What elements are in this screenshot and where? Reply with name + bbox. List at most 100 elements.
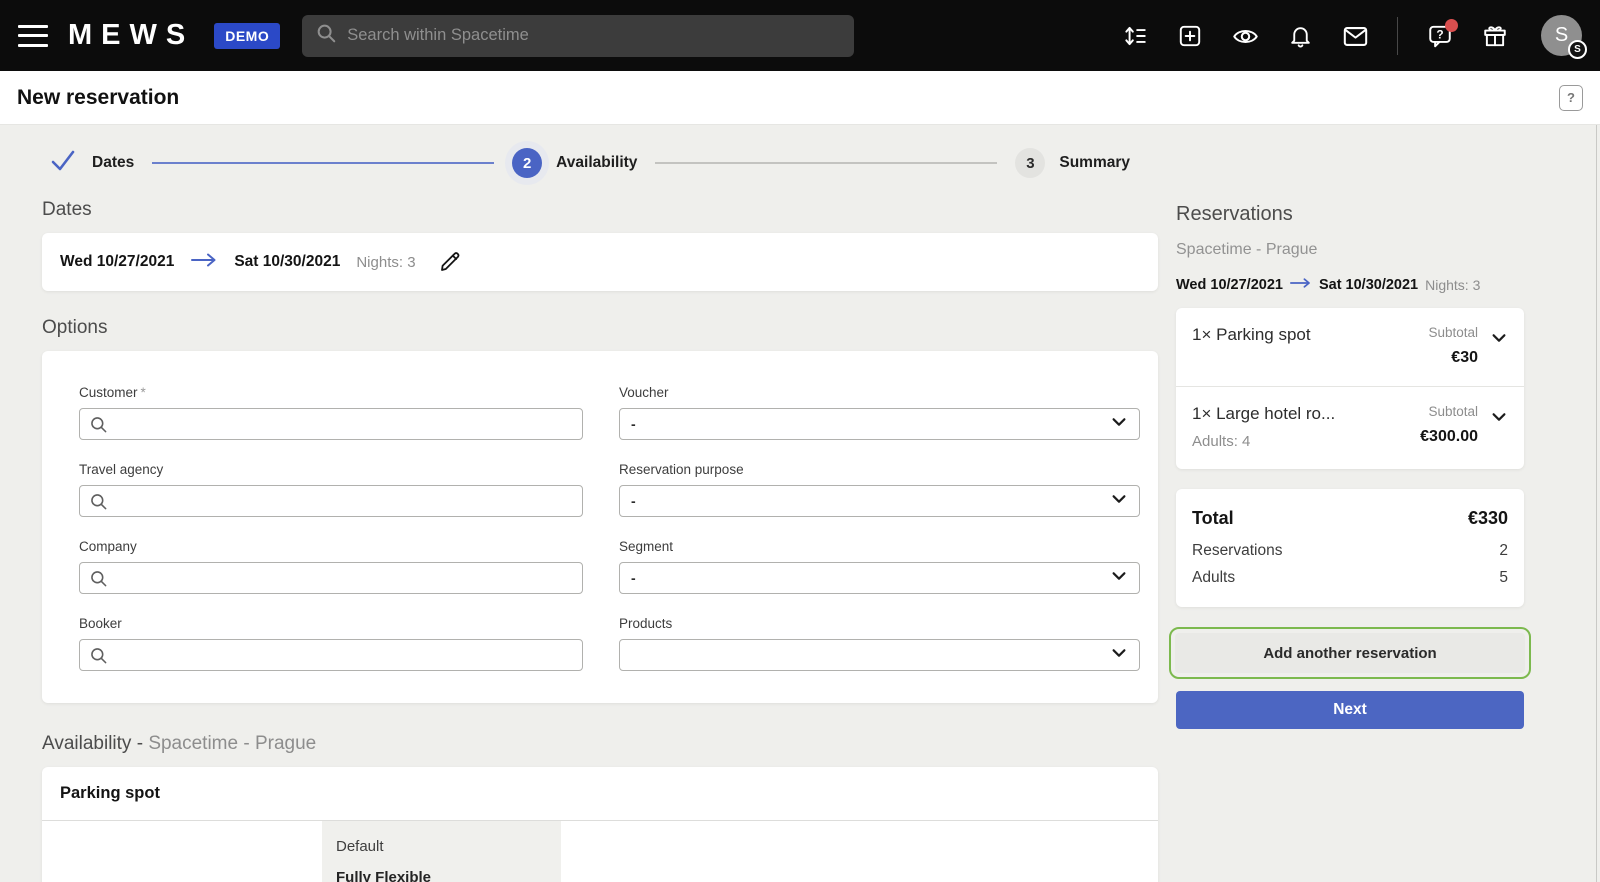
notification-dot [1445,19,1458,32]
company-input-wrap[interactable] [79,562,583,594]
edit-dates-icon[interactable] [438,250,462,274]
company-input[interactable] [116,570,573,586]
avatar-initial: S [1555,24,1568,47]
chevron-down-icon [1110,413,1128,436]
reservation-item-title: 1× Large hotel ro... [1192,404,1412,424]
travel-agency-input[interactable] [116,493,573,509]
total-value: €330 [1468,508,1508,529]
chevron-down-icon [1110,490,1128,513]
avatar-status-badge: S [1568,40,1587,59]
options-section-heading: Options [42,317,1158,339]
reservation-item-subtitle: Adults: 4 [1192,433,1412,450]
search-icon [89,646,108,665]
company-label: Company [79,539,583,554]
page-help-button[interactable]: ? [1559,85,1583,111]
gift-icon[interactable] [1482,23,1508,49]
subtotal-label: Subtotal [1428,325,1478,340]
travel-agency-label: Travel agency [79,462,583,477]
totals-adults-value: 5 [1499,569,1508,587]
reservation-purpose-select[interactable]: - [619,485,1140,517]
rate-name[interactable]: Fully Flexible [336,869,547,882]
products-label: Products [619,616,1140,631]
voucher-select[interactable]: - [619,408,1140,440]
bell-icon[interactable] [1287,23,1313,49]
availability-heading-prefix: Availability - [42,733,148,754]
step-summary[interactable]: Summary [1059,154,1130,172]
availability-property: Spacetime - Prague [148,733,316,754]
wizard-stepper: Dates 2 Availability 3 Summary [42,125,1158,197]
sidebar-heading: Reservations [1176,203,1524,226]
reservation-item: 1× Large hotel ro... Adults: 4 Subtotal … [1176,386,1524,469]
segment-label: Segment [619,539,1140,554]
search-icon [89,569,108,588]
top-app-bar: MEWS DEMO ? S S [0,0,1600,71]
page-title: New reservation [17,86,179,110]
totals-card: Total €330 Reservations 2 Adults 5 [1176,489,1524,607]
search-icon [89,492,108,511]
add-another-reservation-button[interactable]: Add another reservation [1175,633,1525,673]
options-card: Customer* Voucher - Travel agency [42,351,1158,703]
voucher-label: Voucher [619,385,1140,400]
global-search[interactable] [302,15,854,57]
sidebar-start-date: Wed 10/27/2021 [1176,277,1283,293]
availability-section-heading: Availability - Spacetime - Prague [42,733,1158,755]
sidebar-end-date: Sat 10/30/2021 [1319,277,1418,293]
reservation-purpose-label: Reservation purpose [619,462,1140,477]
global-search-input[interactable] [347,26,841,45]
arrow-right-icon [1290,277,1312,293]
expand-item-icon[interactable] [1486,325,1508,367]
sidebar-property: Spacetime - Prague [1176,241,1524,259]
nights-label: Nights: 3 [356,254,415,271]
eye-icon[interactable] [1232,23,1258,49]
demo-badge: DEMO [214,23,280,49]
focus-ring: Add another reservation [1169,627,1531,679]
travel-agency-input-wrap[interactable] [79,485,583,517]
menu-icon[interactable] [18,25,48,47]
avatar[interactable]: S S [1541,15,1582,56]
customer-field: Customer* [79,385,583,440]
booker-field: Booker [79,616,583,671]
customer-input[interactable] [116,416,573,432]
subtotal-value: €30 [1428,349,1478,367]
svg-text:?: ? [1436,27,1443,41]
segment-field: Segment - [619,539,1140,594]
availability-spacer [42,821,322,882]
reservation-purpose-field: Reservation purpose - [619,462,1140,517]
segment-select[interactable]: - [619,562,1140,594]
page-title-bar: New reservation ? [0,71,1600,125]
step-summary-number: 3 [1015,148,1045,178]
dates-section-heading: Dates [42,199,1158,221]
stepper-connector [152,162,494,164]
sidebar-dates: Wed 10/27/2021 Sat 10/30/2021 Nights: 3 [1176,277,1524,293]
reservation-item-title: 1× Parking spot [1192,325,1420,345]
sidebar-nights: Nights: 3 [1425,277,1480,293]
search-icon [315,22,337,49]
scrollbar-edge [1596,125,1597,882]
header-divider [1397,17,1398,55]
booker-label: Booker [79,616,583,631]
customer-label: Customer [79,385,138,400]
reservation-items-card: 1× Parking spot Subtotal €30 1× Large ho… [1176,308,1524,469]
totals-reservations-value: 2 [1499,542,1508,560]
segment-value: - [631,570,636,586]
step-dates[interactable]: Dates [92,154,134,172]
customer-input-wrap[interactable] [79,408,583,440]
help-chat-icon[interactable]: ? [1427,23,1453,49]
rate-group-cell: Default Fully Flexible [322,821,561,882]
line-spacing-icon[interactable] [1122,23,1148,49]
booker-input[interactable] [116,647,573,663]
next-button[interactable]: Next [1176,691,1524,729]
availability-card: Parking spot Default Fully Flexible [42,767,1158,882]
step-availability-number: 2 [512,148,542,178]
booker-input-wrap[interactable] [79,639,583,671]
voucher-field: Voucher - [619,385,1140,440]
brand-logo: MEWS [68,19,194,52]
required-asterisk: * [141,385,146,400]
add-icon[interactable] [1177,23,1203,49]
step-availability[interactable]: Availability [556,154,637,172]
reservation-item: 1× Parking spot Subtotal €30 [1176,308,1524,386]
products-select[interactable] [619,639,1140,671]
expand-item-icon[interactable] [1486,404,1508,450]
rate-group-name: Default [336,838,547,855]
mail-icon[interactable] [1342,23,1368,49]
